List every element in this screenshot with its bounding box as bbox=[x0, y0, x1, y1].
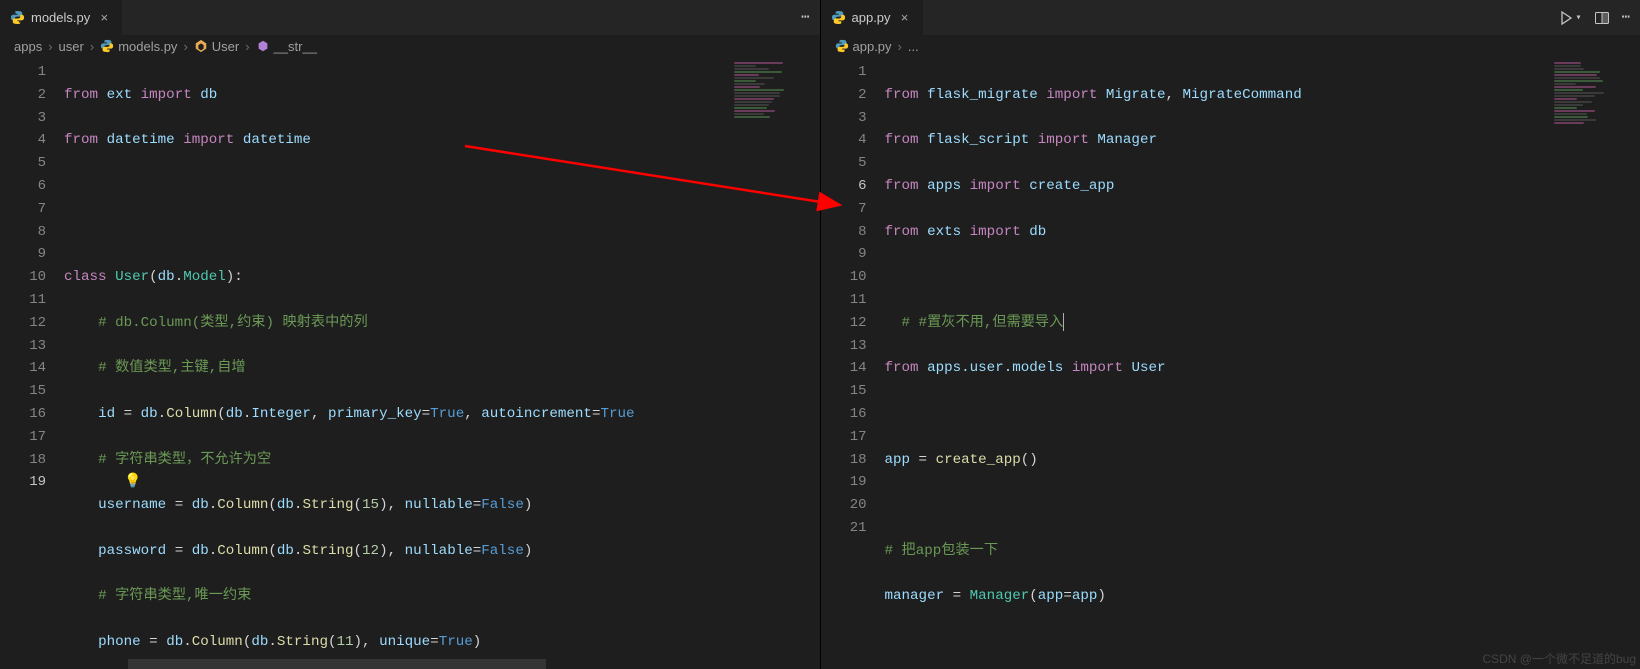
crumb-class: User bbox=[194, 39, 239, 54]
more-icon[interactable]: ⋯ bbox=[1622, 9, 1632, 26]
tabbar-left: models.py × ⋯ bbox=[0, 0, 820, 35]
crumb-apps: apps bbox=[14, 39, 42, 54]
tab-app-py[interactable]: app.py × bbox=[821, 0, 924, 35]
tab-label: app.py bbox=[852, 10, 891, 25]
python-icon bbox=[831, 10, 846, 25]
tabbar-right: app.py × ▾ ⋯ bbox=[821, 0, 1640, 35]
run-dropdown-icon[interactable]: ▾ bbox=[1576, 12, 1582, 24]
close-icon[interactable]: × bbox=[96, 10, 112, 25]
tab-actions-right: ▾ ⋯ bbox=[1550, 0, 1640, 35]
editor-pane-left: models.py × ⋯ apps › user › models.py › … bbox=[0, 0, 820, 669]
class-icon bbox=[194, 39, 208, 53]
tab-label: models.py bbox=[31, 10, 90, 25]
run-icon[interactable] bbox=[1558, 10, 1574, 26]
split-icon[interactable] bbox=[1594, 10, 1610, 26]
crumb-file: app.py bbox=[835, 39, 892, 54]
breadcrumb-left[interactable]: apps › user › models.py › User › __str__ bbox=[0, 35, 820, 57]
minimap-left[interactable] bbox=[726, 57, 806, 669]
gutter-left: 12345678910111213141516171819 bbox=[0, 57, 64, 669]
more-icon[interactable]: ⋯ bbox=[801, 9, 811, 26]
crumb-file: models.py bbox=[100, 39, 177, 54]
gutter-right: 123456789101112131415161718192021 bbox=[821, 57, 885, 669]
python-icon bbox=[10, 10, 25, 25]
minimap-right[interactable] bbox=[1546, 57, 1626, 669]
tab-actions-left: ⋯ bbox=[793, 0, 819, 35]
crumb-user: user bbox=[59, 39, 84, 54]
horizontal-scrollbar[interactable] bbox=[128, 659, 726, 669]
lightbulb-icon[interactable]: 💡 bbox=[124, 471, 141, 494]
crumb-ellipsis: ... bbox=[908, 39, 919, 54]
breadcrumb-right[interactable]: app.py › ... bbox=[821, 35, 1640, 57]
editor-pane-right: app.py × ▾ ⋯ app.py › ... 1234567 bbox=[820, 0, 1640, 669]
editor-right[interactable]: 123456789101112131415161718192021 from f… bbox=[821, 57, 1640, 669]
code-left[interactable]: from ext import db from datetime import … bbox=[64, 57, 726, 669]
code-right[interactable]: from flask_migrate import Migrate, Migra… bbox=[885, 57, 1547, 669]
text-cursor bbox=[1063, 313, 1064, 331]
editor-left[interactable]: 12345678910111213141516171819 💡 from ext… bbox=[0, 57, 820, 669]
python-icon bbox=[835, 39, 849, 53]
close-icon[interactable]: × bbox=[897, 10, 913, 25]
method-icon bbox=[256, 39, 270, 53]
watermark: CSDN @一个微不足道的bug bbox=[1482, 650, 1636, 667]
crumb-method: __str__ bbox=[256, 39, 317, 54]
python-icon bbox=[100, 39, 114, 53]
tab-models-py[interactable]: models.py × bbox=[0, 0, 123, 35]
